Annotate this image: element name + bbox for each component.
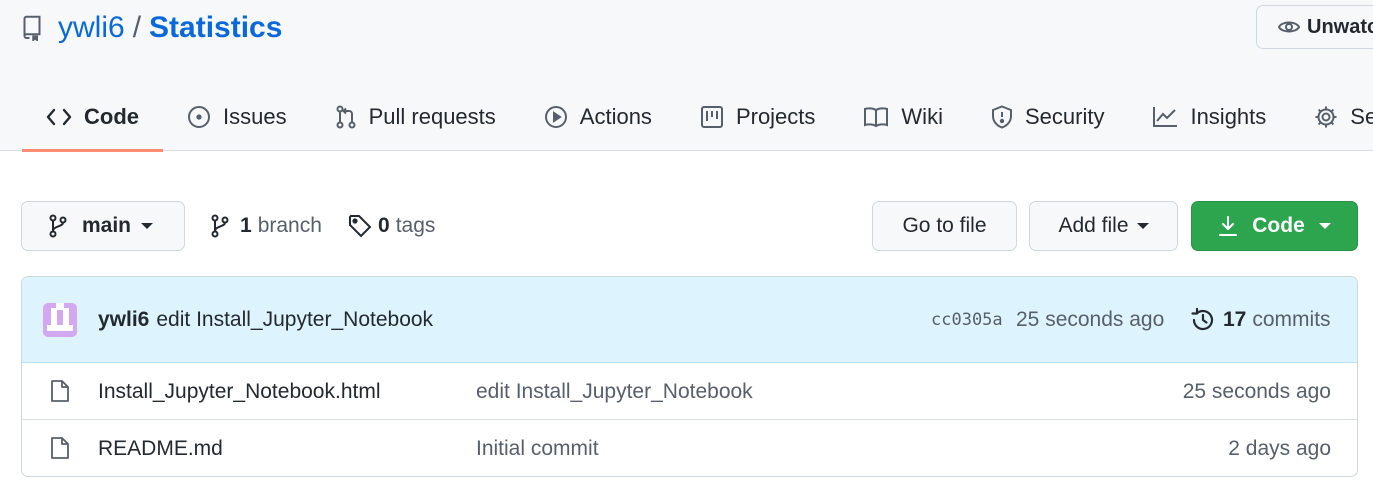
table-row[interactable]: README.md Initial commit 2 days ago xyxy=(22,419,1357,476)
shield-icon xyxy=(991,104,1012,129)
branches-link[interactable]: 1 branch xyxy=(210,201,322,251)
commit-author-link[interactable]: ywli6 xyxy=(98,308,149,332)
git-pull-request-icon xyxy=(336,105,356,128)
tab-security[interactable]: Security xyxy=(967,82,1128,151)
code-download-button[interactable]: Code xyxy=(1191,201,1358,251)
tab-issues[interactable]: Issues xyxy=(163,82,311,151)
commits-history-link[interactable]: 17 commits xyxy=(1190,277,1331,363)
gear-icon xyxy=(1315,106,1337,127)
repo-owner-link[interactable]: ywli6 xyxy=(58,11,125,45)
file-commit-message-link[interactable]: edit Install_Jupyter_Notebook xyxy=(476,363,753,420)
tab-wiki-label: Wiki xyxy=(901,103,943,129)
chevron-down-icon xyxy=(1318,223,1331,229)
file-navigation: main 1 branch 0 tags Go to file Add file… xyxy=(21,201,1358,251)
tab-issues-label: Issues xyxy=(223,103,287,129)
play-icon xyxy=(544,105,567,128)
add-file-button[interactable]: Add file xyxy=(1029,201,1178,251)
tab-settings[interactable]: Settings xyxy=(1290,82,1373,151)
tab-projects[interactable]: Projects xyxy=(676,82,839,151)
avatar[interactable] xyxy=(43,303,77,337)
add-file-label: Add file xyxy=(1058,214,1129,237)
git-branch-icon xyxy=(49,214,67,238)
issue-opened-icon xyxy=(188,105,210,128)
latest-commit-bar: ywli6 edit Install_Jupyter_Notebook cc03… xyxy=(22,277,1357,363)
unwatch-label: Unwatch xyxy=(1307,15,1373,38)
tag-count: 0 xyxy=(378,214,390,237)
repo-title: ywli6 / Statistics xyxy=(22,8,282,48)
tab-insights-label: Insights xyxy=(1190,103,1267,129)
go-to-file-button[interactable]: Go to file xyxy=(872,201,1017,251)
tag-word: tags xyxy=(395,214,436,237)
commit-word: commits xyxy=(1252,308,1331,331)
history-icon xyxy=(1191,307,1214,331)
file-icon xyxy=(51,437,69,459)
eye-icon xyxy=(1277,21,1301,33)
file-commit-message-link[interactable]: Initial commit xyxy=(476,420,599,476)
repo-name-link[interactable]: Statistics xyxy=(149,11,282,45)
tab-settings-label: Settings xyxy=(1350,103,1373,129)
tab-actions[interactable]: Actions xyxy=(520,82,676,151)
repo-path-separator: / xyxy=(132,11,142,44)
commit-message-link[interactable]: edit Install_Jupyter_Notebook xyxy=(156,308,433,332)
tab-pull-requests-label: Pull requests xyxy=(368,103,496,129)
tag-icon xyxy=(349,215,372,238)
git-branch-icon xyxy=(211,214,229,238)
tags-link[interactable]: 0 tags xyxy=(348,201,435,251)
commit-time: 25 seconds ago xyxy=(1016,308,1165,331)
book-icon xyxy=(864,106,889,127)
commit-hash-link[interactable]: cc0305a xyxy=(931,277,1003,363)
branch-word: branch xyxy=(257,214,322,237)
unwatch-button[interactable]: Unwatch xyxy=(1256,5,1373,49)
code-button-label: Code xyxy=(1252,214,1305,237)
branch-select-button[interactable]: main xyxy=(21,201,185,251)
file-list: ywli6 edit Install_Jupyter_Notebook cc03… xyxy=(21,276,1358,477)
table-row[interactable]: Install_Jupyter_Notebook.html edit Insta… xyxy=(22,363,1357,420)
commit-count: 17 xyxy=(1223,308,1247,331)
tab-code[interactable]: Code xyxy=(22,82,163,152)
branch-count: 1 xyxy=(240,214,252,237)
tab-wiki[interactable]: Wiki xyxy=(839,82,967,151)
tab-insights[interactable]: Insights xyxy=(1128,82,1290,151)
download-icon xyxy=(1219,216,1238,236)
tab-security-label: Security xyxy=(1024,103,1105,129)
file-commit-time: 2 days ago xyxy=(1228,436,1331,460)
commit-summary: ywli6 edit Install_Jupyter_Notebook xyxy=(98,277,433,363)
repo-header: ywli6 / Statistics Unwatch Code Issues P… xyxy=(0,0,1373,152)
repo-icon xyxy=(22,14,44,42)
file-name-link[interactable]: Install_Jupyter_Notebook.html xyxy=(98,363,381,420)
file-name-link[interactable]: README.md xyxy=(98,420,223,476)
tab-code-label: Code xyxy=(84,103,139,129)
project-icon xyxy=(700,105,723,128)
chevron-down-icon xyxy=(141,223,154,229)
file-commit-time: 25 seconds ago xyxy=(1182,379,1331,403)
branch-name: main xyxy=(82,214,132,237)
graph-icon xyxy=(1153,106,1178,127)
tab-pull-requests[interactable]: Pull requests xyxy=(311,82,520,151)
code-icon xyxy=(46,108,72,125)
chevron-down-icon xyxy=(1136,223,1149,229)
tab-actions-label: Actions xyxy=(579,103,652,129)
file-icon xyxy=(51,380,69,402)
repo-nav-tabs: Code Issues Pull requests Actions Projec… xyxy=(22,82,1373,152)
tab-projects-label: Projects xyxy=(735,103,816,129)
